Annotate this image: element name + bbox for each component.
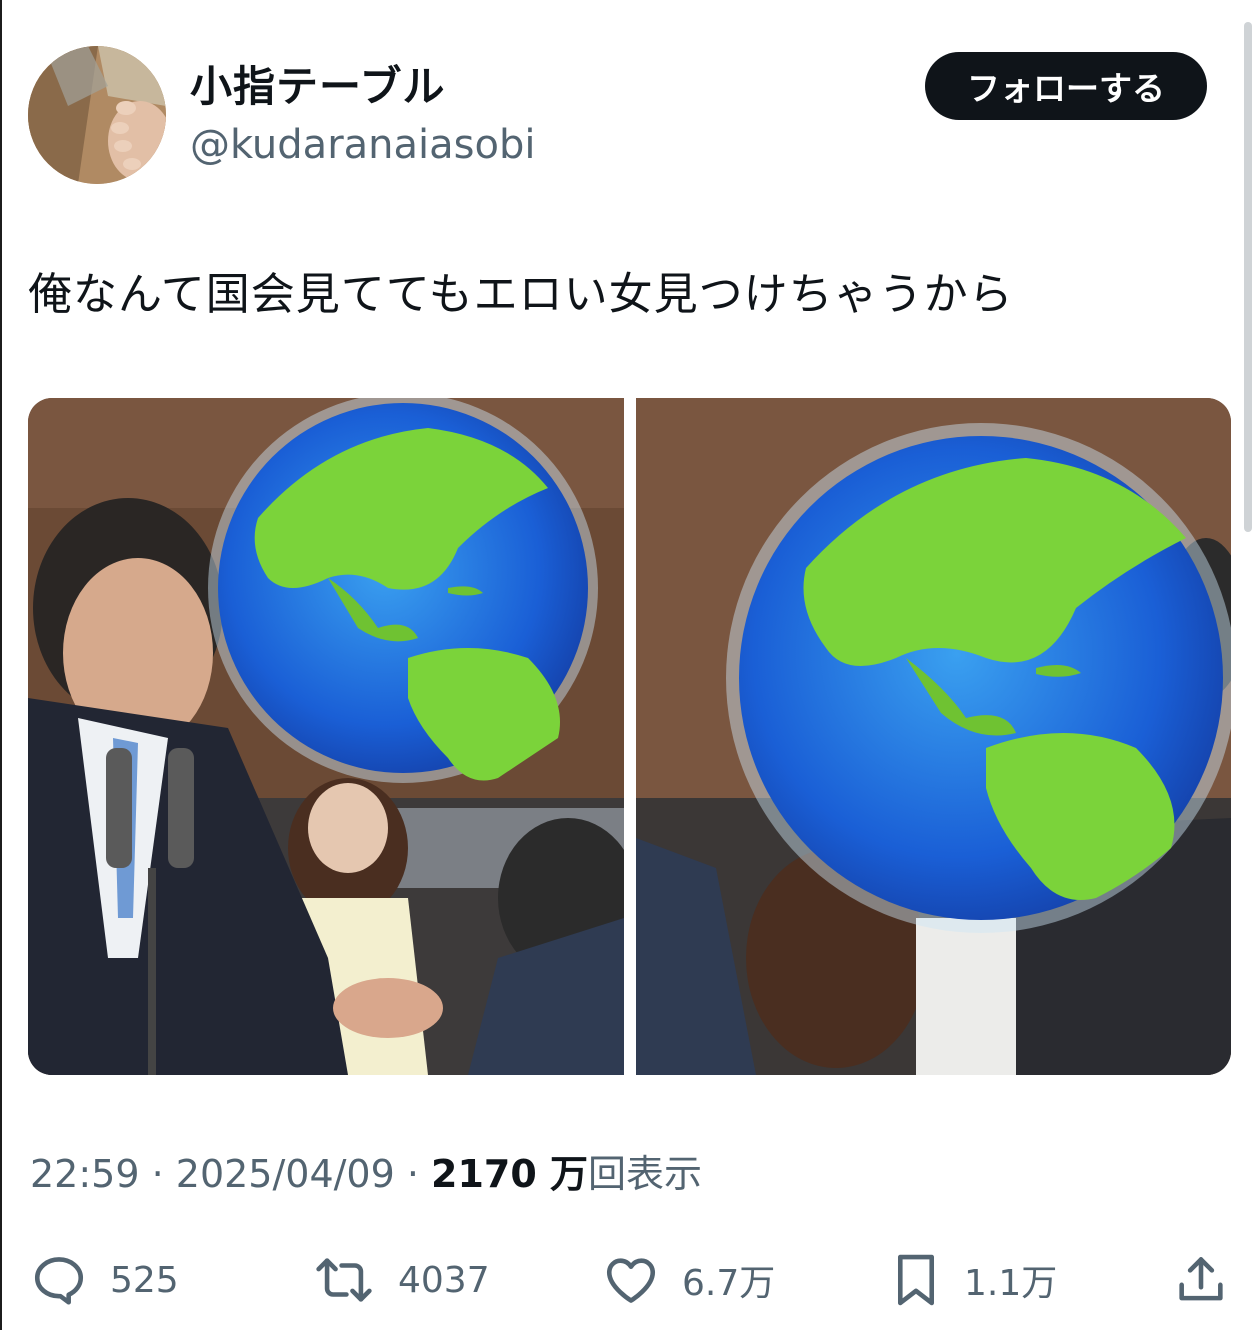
display-name[interactable]: 小指テーブル bbox=[190, 62, 445, 112]
reply-count: 525 bbox=[110, 1259, 179, 1301]
retweet-button[interactable]: 4037 bbox=[312, 1245, 490, 1315]
bookmark-icon bbox=[890, 1251, 942, 1309]
scrollbar[interactable] bbox=[1244, 22, 1252, 532]
action-bar: 525 4037 6.7万 1.1万 bbox=[0, 1245, 1256, 1315]
like-count: 6.7万 bbox=[682, 1263, 776, 1304]
view-label: 回表示 bbox=[588, 1152, 703, 1196]
tweet-text: 俺なんて国会見ててもエロい女見つけちゃうから bbox=[28, 269, 1014, 320]
share-upload-icon bbox=[1172, 1251, 1230, 1309]
tweet-media bbox=[28, 398, 1231, 1075]
like-button[interactable]: 6.7万 bbox=[602, 1245, 775, 1315]
reply-button[interactable]: 525 bbox=[30, 1245, 179, 1315]
tweet-meta: 22:59 · 2025/04/09 · 2170 万回表示 bbox=[30, 1148, 702, 1200]
bookmark-button[interactable]: 1.1万 bbox=[890, 1245, 1057, 1315]
tweet-header: 小指テーブル @kudaranaiasobi フォローする bbox=[28, 46, 1218, 186]
meta-separator: · bbox=[394, 1152, 432, 1196]
retweet-count: 4037 bbox=[398, 1259, 490, 1301]
avatar[interactable] bbox=[28, 46, 166, 184]
tweet-date[interactable]: 2025/04/09 bbox=[176, 1152, 395, 1196]
view-count: 2170 万 bbox=[431, 1152, 589, 1196]
window-edge bbox=[0, 0, 2, 1330]
meta-separator: · bbox=[139, 1152, 176, 1196]
follow-button[interactable]: フォローする bbox=[925, 52, 1207, 120]
user-handle[interactable]: @kudaranaiasobi bbox=[190, 120, 535, 170]
tweet-time[interactable]: 22:59 bbox=[30, 1152, 140, 1196]
media-image-1[interactable] bbox=[28, 398, 624, 1075]
media-image-2[interactable] bbox=[636, 398, 1231, 1075]
bookmark-count: 1.1万 bbox=[964, 1263, 1058, 1304]
retweet-arrows-icon bbox=[312, 1251, 376, 1309]
heart-icon bbox=[602, 1251, 660, 1309]
share-button[interactable] bbox=[1172, 1245, 1230, 1315]
speech-bubble-icon bbox=[30, 1251, 88, 1309]
